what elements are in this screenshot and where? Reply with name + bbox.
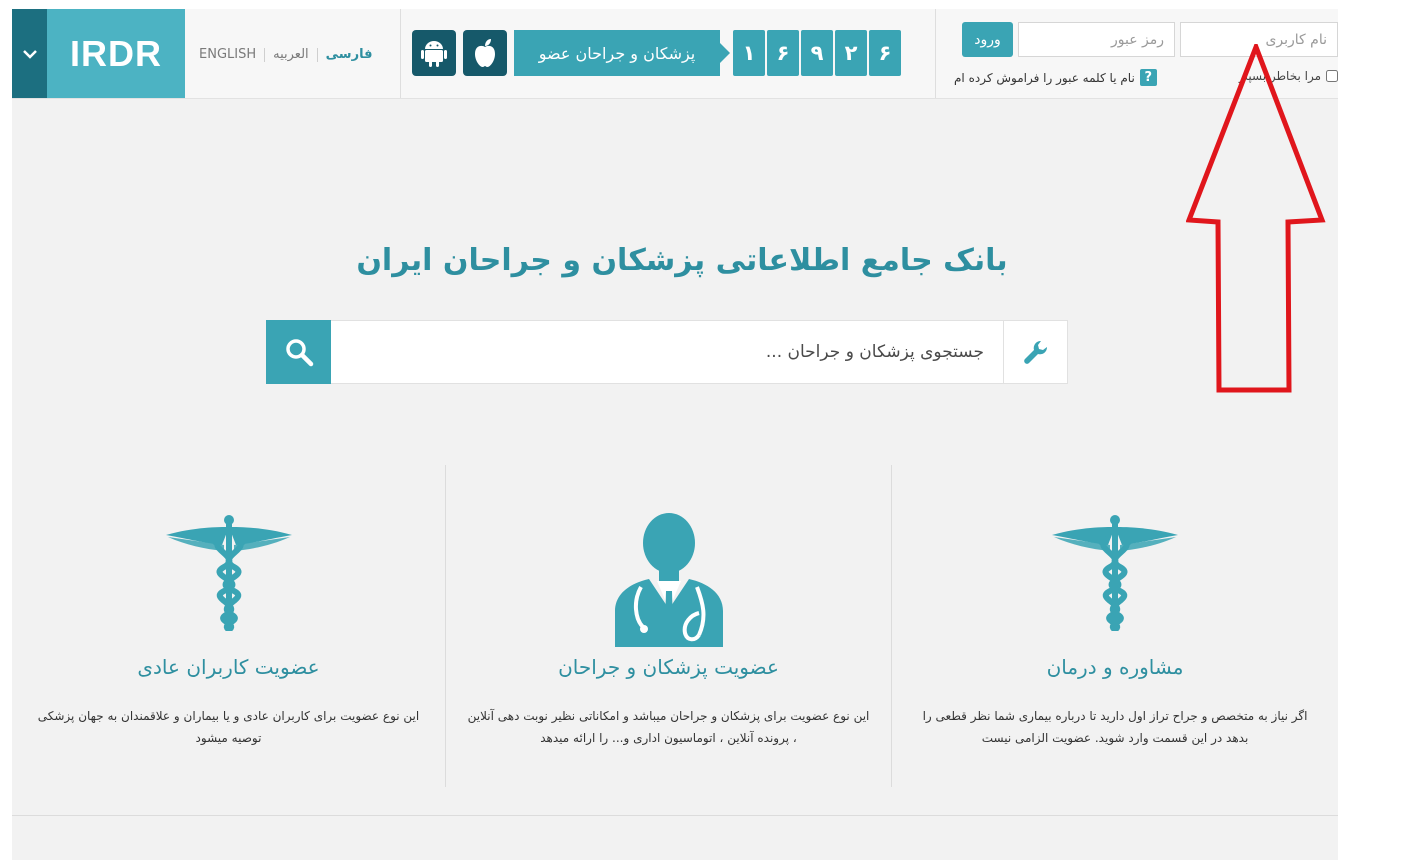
chevron-down-icon: [22, 49, 37, 59]
wrench-icon: [1023, 340, 1047, 364]
search-icon: [285, 339, 313, 367]
divider: [316, 47, 318, 62]
search-input[interactable]: [333, 321, 998, 383]
forgot-password-link[interactable]: ? نام یا کلمه عبور را فراموش کرده ام: [954, 69, 1157, 86]
page: IRDR ENGLISH العربیه فارسی پزشکان و جراح…: [12, 9, 1338, 860]
feature-description: این نوع عضویت برای پزشکان و جراحان میباش…: [467, 709, 870, 745]
members-count-label: پزشکان و جراحان عضو: [514, 30, 730, 76]
language-switcher: ENGLISH العربیه فارسی: [199, 47, 372, 62]
remember-me-checkbox[interactable]: [1326, 70, 1338, 82]
forgot-password-label: نام یا کلمه عبور را فراموش کرده ام: [954, 70, 1135, 85]
search-bar: [266, 320, 1068, 384]
feature-title[interactable]: عضویت پزشکان و جراحان: [446, 655, 891, 679]
feature-title[interactable]: عضویت کاربران عادی: [12, 655, 445, 679]
menu-toggle-button[interactable]: [12, 9, 47, 98]
stat-digit: ۶: [869, 30, 901, 76]
header: IRDR ENGLISH العربیه فارسی پزشکان و جراح…: [12, 9, 1338, 99]
feature-description: اگر نیاز به متخصص و جراح تراز اول دارید …: [922, 709, 1308, 745]
android-icon: [421, 41, 447, 67]
apple-icon: [475, 39, 495, 67]
feature-description: این نوع عضویت برای کاربران عادی و یا بیم…: [37, 709, 420, 745]
password-field[interactable]: [1018, 22, 1175, 57]
search-button[interactable]: [266, 320, 331, 384]
logo[interactable]: IRDR: [47, 9, 185, 98]
stat-digit: ۲: [835, 30, 867, 76]
divider: [12, 815, 1338, 816]
caduceus-icon: [164, 515, 294, 635]
feature-icon: [12, 515, 445, 635]
stat-digit: ۶: [767, 30, 799, 76]
feature-doctor-membership[interactable]: عضویت پزشکان و جراحان این نوع عضویت برای…: [446, 465, 891, 787]
stat-digit: ۱: [733, 30, 765, 76]
feature-icon: [892, 515, 1338, 635]
page-title: بانک جامع اطلاعاتی پزشکان و جراحان ایران: [356, 243, 1008, 278]
divider: [264, 47, 266, 62]
advanced-search-button[interactable]: [1003, 321, 1067, 383]
doctor-icon: [614, 513, 723, 647]
red-arrow-up-icon: [1186, 44, 1326, 393]
divider: [400, 9, 401, 98]
divider: [935, 9, 936, 98]
lang-persian[interactable]: فارسی: [326, 47, 373, 62]
lang-arabic[interactable]: العربیه: [273, 47, 309, 62]
feature-consultation[interactable]: مشاوره و درمان اگر نیاز به متخصص و جراح …: [892, 465, 1338, 787]
apple-app-button[interactable]: [463, 30, 507, 76]
login-button[interactable]: ورود: [962, 22, 1013, 57]
feature-icon: [446, 513, 891, 647]
stat-digit: ۹: [801, 30, 833, 76]
lang-english[interactable]: ENGLISH: [199, 47, 256, 62]
caduceus-icon: [1050, 515, 1180, 635]
logo-text: IRDR: [70, 32, 162, 74]
feature-regular-membership[interactable]: عضویت کاربران عادی این نوع عضویت برای کا…: [12, 465, 445, 787]
feature-title[interactable]: مشاوره و درمان: [892, 655, 1338, 679]
android-app-button[interactable]: [412, 30, 456, 76]
help-icon: ?: [1139, 69, 1157, 86]
